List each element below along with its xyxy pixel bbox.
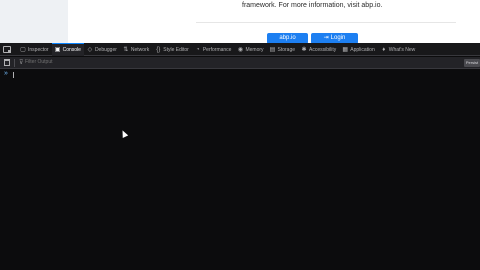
memory-icon: ◉ — [237, 46, 244, 53]
tab-accessibility[interactable]: ✱ Accessibility — [298, 43, 339, 56]
devtools-panel: ▢ Inspector ▣ Console ◇ Debugger ⇅ Network{} Sty… — [0, 43, 480, 270]
accessibility-icon: ✱ — [301, 46, 307, 53]
whats-new-icon: ♦ — [382, 46, 386, 53]
debugger-icon: ◇ — [87, 46, 93, 53]
tab-label: Memory — [245, 46, 264, 53]
tab-label: Console — [62, 47, 81, 53]
style-editor-icon: {} — [156, 46, 161, 53]
tab-console[interactable]: ▣ Console — [51, 43, 84, 56]
screen: framework. For more information, visit a… — [0, 0, 480, 270]
input-caret — [13, 72, 14, 78]
filter-input[interactable]: Filter Output — [25, 58, 225, 67]
tab-label: Inspector — [28, 46, 49, 53]
clear-console-icon[interactable] — [4, 59, 10, 66]
tab-style-editor[interactable]: {} Style Editor — [152, 43, 192, 56]
persist-logs-button[interactable]: Persist — [464, 59, 480, 67]
application-icon: ▦ — [342, 46, 349, 53]
tab-label: Style Editor — [163, 46, 189, 53]
tab-label: Debugger — [94, 46, 117, 53]
filter-icon: ⊽ — [19, 60, 24, 66]
tab-what-s-new[interactable]: ♦ What's New — [378, 43, 419, 56]
tab-storage[interactable]: ▤ Storage — [267, 43, 299, 56]
tab-label: What's New — [388, 46, 416, 53]
tab-label: Application — [350, 46, 375, 53]
tab-label: Storage — [277, 46, 296, 53]
console-prompt-icon: » — [4, 70, 8, 77]
tab-performance[interactable]: ◔ Performance — [192, 43, 235, 56]
network-icon: ⇅ — [123, 46, 129, 53]
info-text: framework. For more information, visit a… — [242, 2, 383, 9]
inspector-icon: ▢ — [20, 46, 26, 53]
separator — [14, 59, 15, 67]
devtools-tabs: ▢ Inspector ▣ Console ◇ Debugger ⇅ Network{} Sty… — [17, 43, 418, 56]
console-filter-bar: ⊽ Filter Output Persist — [0, 57, 480, 69]
tab-memory[interactable]: ◉ Memory — [234, 43, 266, 56]
console-icon: ▣ — [54, 47, 61, 53]
storage-icon: ▤ — [269, 46, 276, 53]
element-picker-icon[interactable] — [3, 46, 11, 53]
console-output[interactable]: » — [0, 69, 480, 270]
tab-label: Accessibility — [309, 46, 337, 53]
tab-network[interactable]: ⇅ Network — [120, 43, 152, 56]
tab-application[interactable]: ▦ Application — [339, 43, 377, 56]
tab-label: Network — [130, 46, 150, 53]
webpage-viewport: framework. For more information, visit a… — [0, 0, 480, 44]
tab-debugger[interactable]: ◇ Debugger — [84, 43, 120, 56]
performance-icon: ◔ — [196, 46, 200, 53]
login-icon: ⇥ — [323, 35, 329, 41]
login-label: Login — [330, 35, 346, 41]
divider — [196, 22, 456, 23]
page-sidebar-strip — [0, 0, 68, 43]
devtools-toolbar: ▢ Inspector ▣ Console ◇ Debugger ⇅ Network{} Sty… — [0, 43, 480, 56]
tab-label: Performance — [202, 46, 232, 53]
tab-inspector[interactable]: ▢ Inspector — [17, 43, 52, 56]
